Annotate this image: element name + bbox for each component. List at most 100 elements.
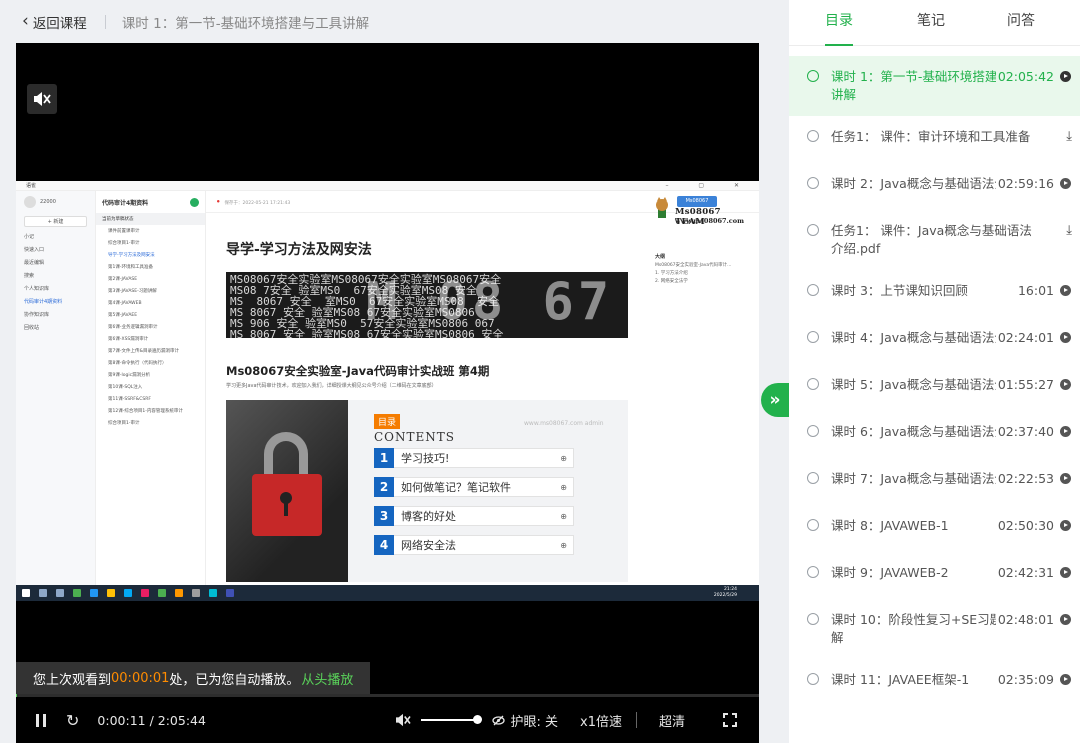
radio-circle-icon [807, 425, 819, 437]
plus-circle-icon: ⊕ [560, 511, 567, 521]
lesson-item[interactable]: 任务1： 课件：Java概念与基础语法介绍.pdf ⤓ [789, 210, 1080, 270]
play-circle-icon[interactable] [1060, 332, 1071, 343]
app-window-title: 语雀 – ▢ ✕ [16, 181, 759, 191]
app-icon [141, 589, 149, 597]
lesson-title: 课时 1：第一节-基础环境搭建与工具讲解 [121, 15, 370, 32]
download-icon[interactable]: ⤓ [1066, 128, 1072, 146]
back-to-course-link[interactable]: ‹ 返回课程 [22, 12, 87, 32]
play-circle-icon[interactable] [1060, 178, 1071, 189]
plus-circle-icon: ⊕ [560, 482, 567, 492]
replay-icon[interactable]: ↻ [66, 711, 79, 730]
play-circle-icon[interactable] [1060, 567, 1071, 578]
contents-row: 3 博客的好处 ⊕ [374, 506, 574, 526]
play-circle-icon[interactable] [1060, 473, 1071, 484]
outline-item: 1. 学习方法介绍 [655, 271, 688, 276]
speaker-muted-icon [395, 713, 411, 727]
collapse-panel-button[interactable]: » [761, 383, 789, 417]
lesson-item[interactable]: 课时 9：JAVAWEB-2 02:42:31 [789, 552, 1080, 599]
cat-mascot-icon [656, 197, 668, 218]
lesson-item[interactable]: 课时 11：JAVAEE框架-1 02:35:09 [789, 659, 1080, 706]
contents-number: 2 [374, 477, 394, 497]
tab-notes[interactable]: 笔记 [917, 0, 945, 46]
app-nav-item: 快速入口 [24, 247, 45, 253]
lesson-item[interactable]: 课时 10：阶段性复习+SE习题练习讲解 02:48:01 [789, 599, 1080, 659]
speed-button[interactable]: x1倍速 [580, 711, 622, 730]
volume-slider[interactable] [420, 715, 482, 724]
radio-circle-icon [807, 177, 819, 189]
lesson-item[interactable]: 课时 4：Java概念与基础语法介绍02 02:24:01 [789, 317, 1080, 364]
app-kb-item: 第7课-文件上传&目录遍历漏洞审计 [108, 349, 179, 354]
replay-from-start-link[interactable]: 从头播放 [301, 669, 353, 688]
play-circle-icon[interactable] [1060, 520, 1071, 531]
time-display: 0:00:11 / 2:05:44 [97, 712, 206, 728]
contents-tag: 目录 [374, 414, 401, 429]
play-circle-icon[interactable] [1060, 614, 1071, 625]
eye-care-toggle[interactable]: 护眼: 关 [491, 711, 558, 730]
app-kb-item: 第12课-综合项目1-内容管理系统审计 [108, 409, 183, 414]
contents-title: CONTENTS [374, 430, 456, 444]
doc-subtitle: Ms08067安全实验室-Java代码审计实战班 第4期 [226, 364, 490, 378]
contents-text: 学习技巧! [401, 452, 450, 465]
back-label: 返回课程 [32, 15, 87, 32]
divider [635, 712, 637, 728]
lesson-item[interactable]: 课时 2：Java概念与基础语法介绍01 02:59:16 [789, 163, 1080, 210]
padlock-image [226, 400, 348, 582]
mute-indicator[interactable] [27, 84, 57, 114]
app-icon [226, 589, 234, 597]
panel-tabs: 目录 笔记 问答 [789, 0, 1080, 46]
radio-circle-icon [807, 130, 819, 142]
app-icon [158, 589, 166, 597]
lesson-item[interactable]: 课时 5：Java概念与基础语法介绍03 01:55:27 [789, 364, 1080, 411]
radio-circle-icon [807, 673, 819, 685]
lesson-item[interactable]: 课时 3：上节课知识回顾 16:01 [789, 270, 1080, 317]
play-circle-icon[interactable] [1060, 285, 1071, 296]
pause-button[interactable] [34, 713, 48, 727]
lesson-duration: 02:24:01 [995, 329, 1054, 347]
plus-circle-icon: ⊕ [560, 540, 567, 550]
windows-taskbar: 21:24 2022/5/29 [16, 585, 759, 601]
play-circle-icon[interactable] [1060, 426, 1071, 437]
app-kb-item: 第2课-JAVASE [108, 277, 138, 282]
tab-qa[interactable]: 问答 [1007, 0, 1035, 46]
player-controls: ↻ 0:00:11 / 2:05:44 护眼: 关 x1倍速 超清 [16, 697, 759, 743]
lesson-item[interactable]: 课时 6：Java概念与基础语法介绍04 02:37:40 [789, 411, 1080, 458]
contents-number: 1 [374, 448, 394, 468]
app-nav-item: 小记 [24, 234, 35, 240]
contents-number: 3 [374, 506, 394, 526]
tab-catalog[interactable]: 目录 [825, 0, 853, 46]
app-kb-item: 课件前置课审计 [108, 229, 140, 234]
doc-outline: 大纲 Ms08067安全实验室-Java代码审计... 1. 学习方法介绍 2. 网… [655, 253, 753, 286]
outline-item: Ms08067安全实验室-Java代码审计... [655, 263, 732, 268]
app-user-name: 22000 [40, 199, 56, 205]
lesson-title: 课时 3：上节课知识回顾 [831, 283, 968, 298]
radio-circle-icon [807, 224, 819, 236]
plus-circle-icon: ⊕ [560, 453, 567, 463]
wechat-icon [73, 589, 81, 597]
app-kb-title: 代码审计4期资料 [102, 199, 149, 207]
top-bar: ‹ 返回课程 课时 1：第一节-基础环境搭建与工具讲解 [0, 0, 775, 43]
fullscreen-button[interactable] [723, 713, 737, 727]
radio-circle-icon [807, 284, 819, 296]
lesson-item[interactable]: 课时 1：第一节-基础环境搭建与工具讲解 02:05:42 [789, 56, 1080, 116]
video-frame: 语雀 – ▢ ✕ 22000 + 新建 小记 快速入口 最近编辑 搜索 个人知识库 代码审… [16, 181, 759, 601]
lesson-item[interactable]: 课时 8：JAVAWEB-1 02:50:30 [789, 505, 1080, 552]
app-icon [209, 589, 217, 597]
video-player[interactable]: 语雀 – ▢ ✕ 22000 + 新建 小记 快速入口 最近编辑 搜索 个人知识库 代码审… [16, 43, 759, 743]
quality-button[interactable]: 超清 [659, 711, 685, 730]
volume-control[interactable] [395, 713, 482, 727]
contents-slide: 目录 CONTENTS www.ms08067.com admin 1 学习技巧!… [226, 400, 628, 582]
lesson-item[interactable]: 课时 7：Java概念与基础语法介绍05 02:22:53 [789, 458, 1080, 505]
play-circle-icon[interactable] [1060, 71, 1071, 82]
app-kb-item: 第3课-JAVASE-习题讲解 [108, 289, 157, 294]
lesson-item[interactable]: 任务1： 课件：审计环境和工具准备 ⤓ [789, 116, 1080, 163]
browser-icon [124, 589, 132, 597]
app-nav-item: 搜索 [24, 273, 35, 279]
app-kb-item: 第1课-环境和工具准备 [108, 265, 153, 270]
start-icon [22, 589, 30, 597]
contents-text: 如何做笔记？笔记软件 [401, 481, 511, 494]
volume-knob[interactable] [472, 715, 482, 724]
app-kb-sidebar: 代码审计4期资料 当前为草稿状态 课件前置课审计 综合项目1-审计 导学-学习方法及网… [96, 191, 206, 585]
download-icon[interactable]: ⤓ [1066, 222, 1072, 240]
play-circle-icon[interactable] [1060, 379, 1071, 390]
play-circle-icon[interactable] [1060, 674, 1071, 685]
